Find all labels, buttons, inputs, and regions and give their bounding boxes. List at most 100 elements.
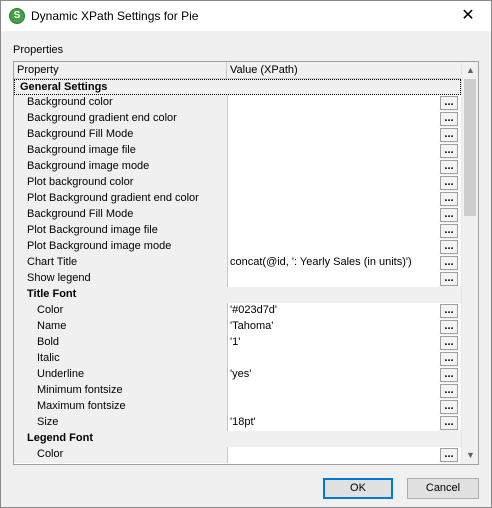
- xpath-value-field[interactable]: 'yes': [227, 367, 438, 383]
- group-row[interactable]: Title Font: [14, 287, 461, 303]
- property-row[interactable]: Plot background color...: [14, 175, 461, 191]
- property-name: Minimum fontsize: [14, 383, 227, 399]
- window-title: Dynamic XPath Settings for Pie: [31, 9, 199, 23]
- property-name: Background Fill Mode: [14, 207, 227, 223]
- property-row[interactable]: Background image file...: [14, 143, 461, 159]
- property-name: Color: [14, 303, 227, 319]
- xpath-value-field[interactable]: [227, 159, 438, 175]
- group-row[interactable]: Legend Font: [14, 431, 461, 447]
- property-name: Show legend: [14, 271, 227, 287]
- property-name: Background image file: [14, 143, 227, 159]
- edit-xpath-button[interactable]: ...: [440, 208, 458, 222]
- property-row[interactable]: Color '#023d7d'...: [14, 303, 461, 319]
- property-name: Background Fill Mode: [14, 127, 227, 143]
- property-row[interactable]: Background color...: [14, 95, 461, 111]
- scroll-thumb[interactable]: [464, 79, 476, 216]
- xpath-value-field[interactable]: [227, 95, 438, 111]
- property-row[interactable]: Italic...: [14, 351, 461, 367]
- scroll-up-icon[interactable]: ▲: [462, 62, 478, 79]
- property-row[interactable]: Background image mode...: [14, 159, 461, 175]
- xpath-value-field[interactable]: [227, 239, 438, 255]
- edit-xpath-button[interactable]: ...: [440, 384, 458, 398]
- edit-xpath-button[interactable]: ...: [440, 448, 458, 462]
- scroll-down-icon[interactable]: ▼: [462, 447, 478, 464]
- properties-label: Properties: [13, 44, 64, 56]
- property-name: Chart Title: [14, 255, 227, 271]
- property-name: Bold: [14, 335, 227, 351]
- edit-xpath-button[interactable]: ...: [440, 176, 458, 190]
- property-name: Size: [14, 415, 227, 431]
- property-row[interactable]: Maximum fontsize...: [14, 399, 461, 415]
- property-row[interactable]: Show legend...: [14, 271, 461, 287]
- edit-xpath-button[interactable]: ...: [440, 128, 458, 142]
- xpath-value-field[interactable]: [227, 351, 438, 367]
- property-row[interactable]: Plot Background image file...: [14, 223, 461, 239]
- property-name: Underline: [14, 367, 227, 383]
- property-name: Background gradient end color: [14, 111, 227, 127]
- property-row[interactable]: Size '18pt'...: [14, 415, 461, 431]
- group-label: General Settings: [14, 79, 461, 95]
- edit-xpath-button[interactable]: ...: [440, 352, 458, 366]
- edit-xpath-button[interactable]: ...: [440, 304, 458, 318]
- xpath-value-field[interactable]: concat(@id, ': Yearly Sales (in units)'): [227, 255, 438, 271]
- vertical-scrollbar[interactable]: ▲ ▼: [461, 62, 478, 464]
- edit-xpath-button[interactable]: ...: [440, 240, 458, 254]
- edit-xpath-button[interactable]: ...: [440, 320, 458, 334]
- xpath-value-field[interactable]: 'Tahoma': [227, 319, 438, 335]
- xpath-value-field[interactable]: '18pt': [227, 415, 438, 431]
- app-logo-icon: S: [9, 8, 25, 24]
- edit-xpath-button[interactable]: ...: [440, 144, 458, 158]
- xpath-value-field[interactable]: [227, 111, 438, 127]
- edit-xpath-button[interactable]: ...: [440, 416, 458, 430]
- edit-xpath-button[interactable]: ...: [440, 96, 458, 110]
- property-row[interactable]: Background gradient end color...: [14, 111, 461, 127]
- property-name: Plot background color: [14, 175, 227, 191]
- edit-xpath-button[interactable]: ...: [440, 368, 458, 382]
- group-row[interactable]: General Settings: [14, 79, 461, 95]
- edit-xpath-button[interactable]: ...: [440, 160, 458, 174]
- property-row[interactable]: Minimum fontsize...: [14, 383, 461, 399]
- property-row[interactable]: Plot Background image mode...: [14, 239, 461, 255]
- edit-xpath-button[interactable]: ...: [440, 224, 458, 238]
- xpath-value-field[interactable]: [227, 175, 438, 191]
- xpath-value-field[interactable]: [227, 207, 438, 223]
- edit-xpath-button[interactable]: ...: [440, 400, 458, 414]
- edit-xpath-button[interactable]: ...: [440, 112, 458, 126]
- property-name: Name: [14, 319, 227, 335]
- property-row[interactable]: Underline'yes'...: [14, 367, 461, 383]
- xpath-value-field[interactable]: [227, 127, 438, 143]
- property-row[interactable]: Color...: [14, 447, 461, 463]
- property-name: Color: [14, 447, 227, 463]
- close-icon[interactable]: ✕: [445, 1, 491, 31]
- xpath-value-field[interactable]: [227, 143, 438, 159]
- dialog-window: S Dynamic XPath Settings for Pie ✕ Prope…: [0, 0, 492, 508]
- property-row[interactable]: Bold '1'...: [14, 335, 461, 351]
- edit-xpath-button[interactable]: ...: [440, 192, 458, 206]
- xpath-value-field[interactable]: [227, 223, 438, 239]
- property-row[interactable]: Plot Background gradient end color...: [14, 191, 461, 207]
- property-name: Italic: [14, 351, 227, 367]
- title-bar[interactable]: S Dynamic XPath Settings for Pie ✕: [1, 1, 491, 31]
- column-header-property[interactable]: Property: [14, 62, 227, 78]
- xpath-value-field[interactable]: '1': [227, 335, 438, 351]
- property-rows: General Settings Background color... Backg…: [14, 79, 461, 463]
- property-name: Plot Background gradient end color: [14, 191, 227, 207]
- edit-xpath-button[interactable]: ...: [440, 336, 458, 350]
- property-row[interactable]: Name 'Tahoma'...: [14, 319, 461, 335]
- property-row[interactable]: Background Fill Mode...: [14, 127, 461, 143]
- xpath-value-field[interactable]: [227, 447, 438, 463]
- xpath-value-field[interactable]: [227, 271, 438, 287]
- cancel-button[interactable]: Cancel: [407, 478, 479, 499]
- grid-header: Property Value (XPath): [14, 62, 461, 79]
- edit-xpath-button[interactable]: ...: [440, 272, 458, 286]
- column-header-value[interactable]: Value (XPath): [227, 62, 461, 78]
- xpath-value-field[interactable]: '#023d7d': [227, 303, 438, 319]
- xpath-value-field[interactable]: [227, 191, 438, 207]
- edit-xpath-button[interactable]: ...: [440, 256, 458, 270]
- xpath-value-field[interactable]: [227, 399, 438, 415]
- property-name: Plot Background image file: [14, 223, 227, 239]
- property-row[interactable]: Background Fill Mode...: [14, 207, 461, 223]
- ok-button[interactable]: OK: [323, 478, 393, 499]
- property-row[interactable]: Chart Title concat(@id, ': Yearly Sales (…: [14, 255, 461, 271]
- xpath-value-field[interactable]: [227, 383, 438, 399]
